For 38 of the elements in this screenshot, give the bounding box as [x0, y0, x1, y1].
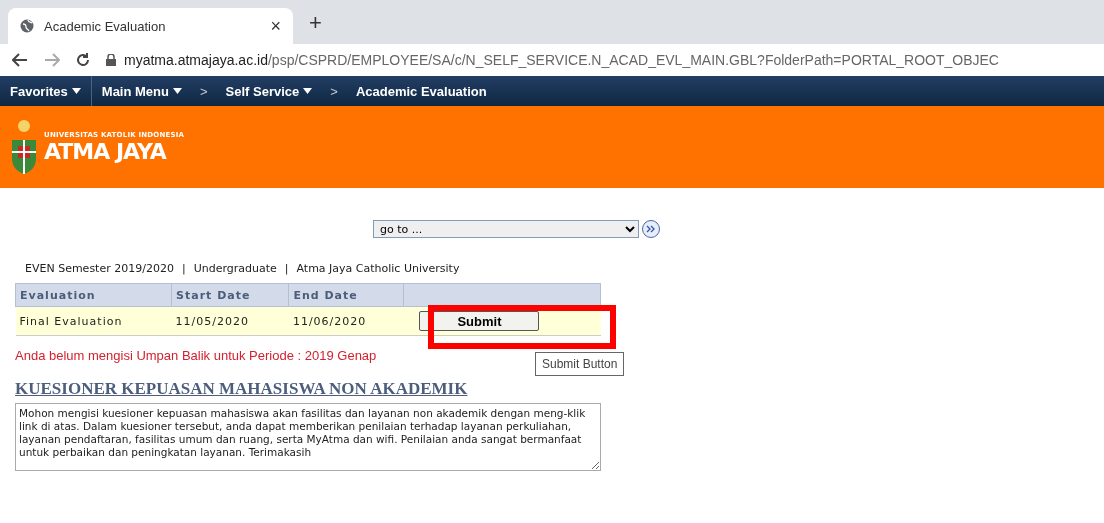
go-button[interactable] — [642, 220, 660, 238]
tooltip: Submit Button — [535, 352, 625, 376]
column-header: Evaluation — [15, 283, 172, 307]
separator-text: | — [284, 262, 289, 275]
notice-message: Anda belum mengisi Umpan Balik untuk Periode : 2019 Genap — [15, 348, 378, 363]
tab-title: Academic Evaluation — [44, 18, 167, 34]
logo-wordmark: ATMA JAYA — [44, 138, 168, 164]
term-info: Undergraduate — [193, 262, 277, 275]
crest-logo-icon — [10, 118, 38, 176]
nav-menu-item[interactable]: Main Menu — [91, 76, 192, 106]
separator-text: | — [181, 262, 186, 275]
table-cell: Final Evaluation — [15, 306, 172, 336]
caret-icon — [173, 88, 182, 94]
new-tab-button[interactable]: + — [305, 10, 326, 36]
submit-button[interactable]: Submit — [419, 311, 540, 331]
double-chevron-icon — [646, 225, 656, 233]
nav-menu-item[interactable]: Self Service — [215, 76, 323, 106]
table-cell: 11/06/2020 — [288, 306, 404, 336]
breadcrumb-current[interactable]: Academic Evaluation — [345, 76, 497, 106]
caret-icon — [303, 88, 313, 94]
address-field[interactable]: myatma.atmajaya.ac.id/psp/CSPRD/EMPLOYEE/SA/c/N_SELF_SERVICE.N_ACAD_EVL_MAIN.GBL?FolderPath=PORTAL_ROOT_OBJEC — [106, 52, 999, 68]
breadcrumb-separator: > — [199, 83, 209, 99]
browser-tab[interactable]: Academic Evaluation × — [8, 8, 293, 44]
lock-icon — [106, 54, 116, 66]
term-info: EVEN Semester 2019/2020 — [25, 262, 174, 275]
questionnaire-link[interactable]: KUESIONER KEPUASAN MAHASISWA NON AKADEMIK — [15, 379, 468, 399]
goto-dropdown[interactable]: go to ... — [373, 220, 639, 238]
description-textarea[interactable]: Mohon mengisi kuesioner kepuasan mahasiswa akan fasilitas dan layanan non akademik dengan meng-klik link di atas. Dalam kuesioner tersebut, anda dapat memberikan penilaian terhadap layanan perkuliahan, layanan pendaftaran, fasilitas umum dan ruang, serta MyAtma dan wifi. Penilaian anda sangat bermanfaat untuk perbaikan dan peningkatan layanan. Terimakasih — [15, 403, 601, 471]
close-icon[interactable]: × — [270, 17, 281, 35]
breadcrumb-separator: > — [329, 83, 339, 99]
term-info: Atma Jaya Catholic University — [296, 262, 460, 275]
back-arrow-icon[interactable] — [12, 53, 28, 67]
globe-icon — [20, 19, 34, 33]
reload-icon[interactable] — [76, 53, 90, 67]
table-cell: 11/05/2020 — [171, 306, 289, 336]
caret-icon — [71, 88, 81, 94]
column-header: Start Date — [171, 283, 289, 307]
column-header: End Date — [288, 283, 404, 307]
